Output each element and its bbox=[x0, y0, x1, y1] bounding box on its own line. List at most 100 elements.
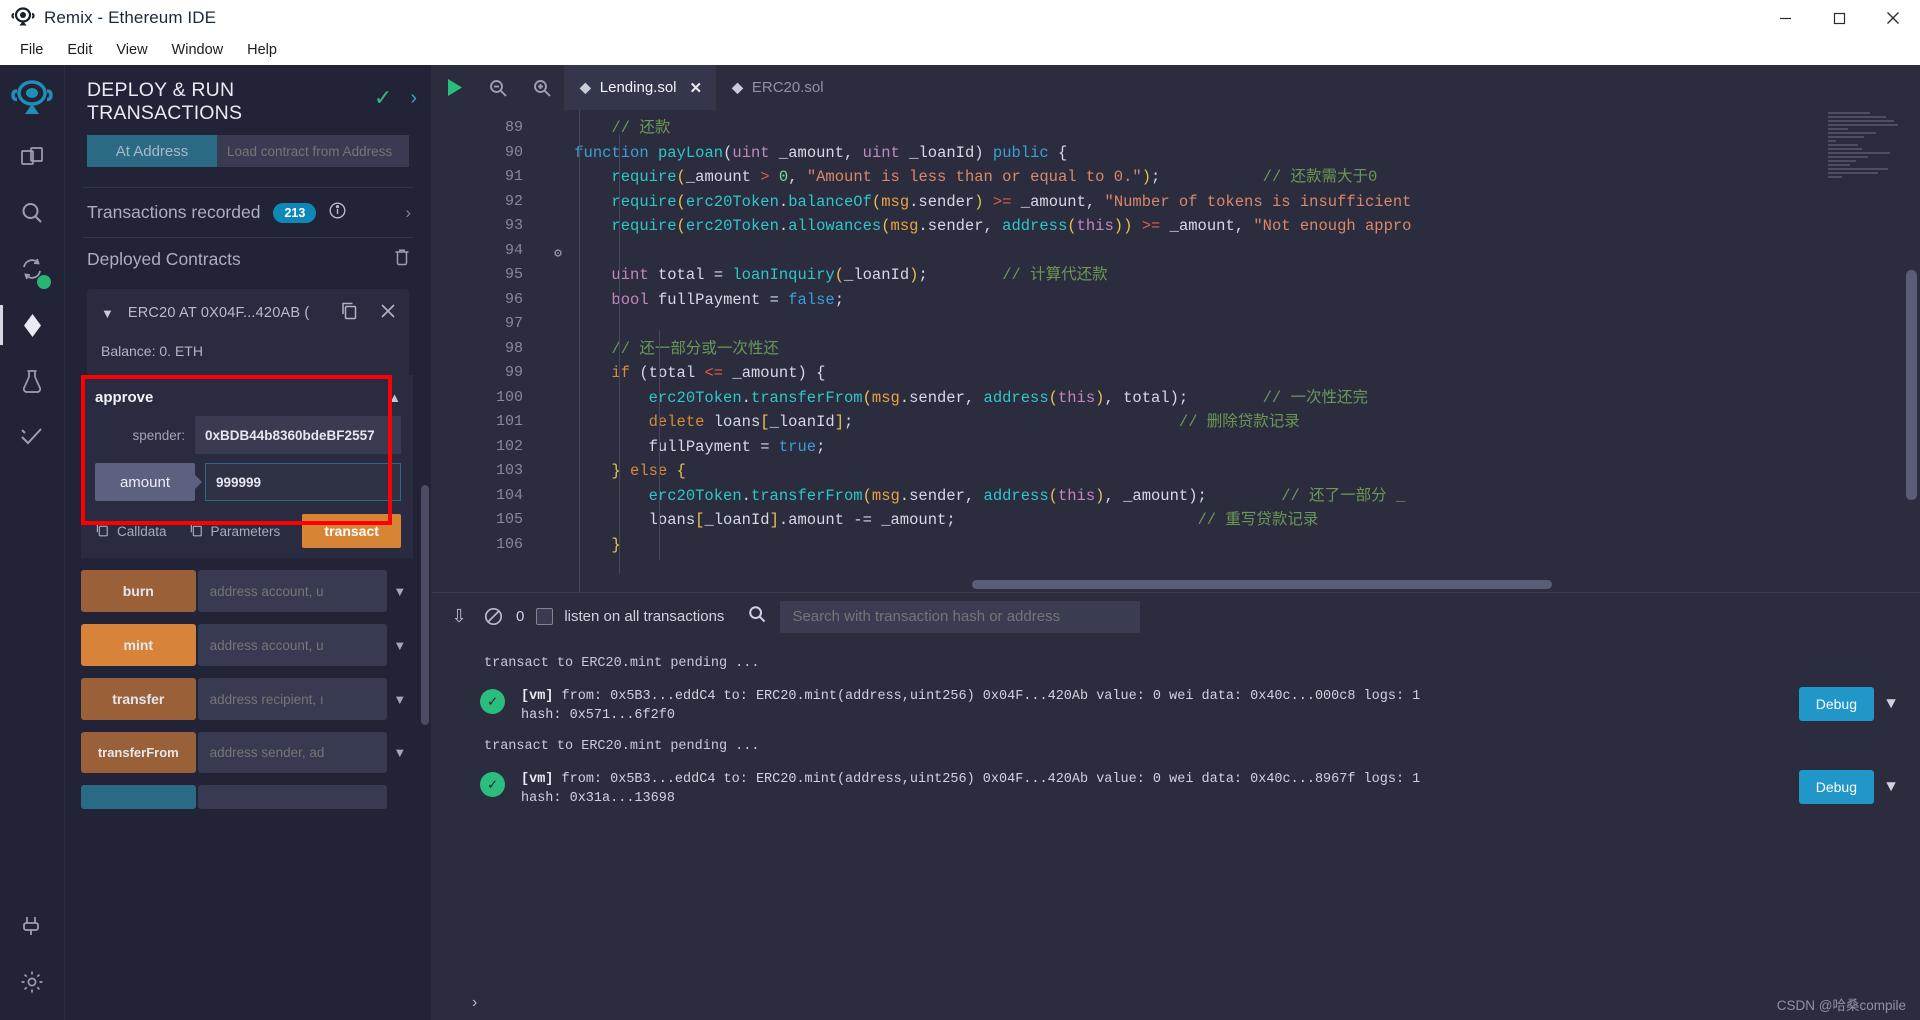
transferfrom-input[interactable] bbox=[197, 732, 387, 773]
chevron-down-icon[interactable]: ▼ bbox=[387, 732, 413, 773]
copy-icon[interactable] bbox=[340, 301, 359, 325]
function-row-extra bbox=[81, 785, 413, 809]
approve-title: approve bbox=[95, 389, 154, 406]
extra-function-input[interactable] bbox=[197, 785, 387, 809]
editor-horizontal-scrollbar[interactable] bbox=[972, 580, 1552, 589]
check-circle-icon: ✓ bbox=[480, 772, 505, 797]
menu-window[interactable]: Window bbox=[160, 38, 236, 62]
chevron-right-icon[interactable]: › bbox=[405, 203, 411, 223]
sidebar-icon-settings[interactable] bbox=[0, 954, 65, 1010]
chevron-right-icon[interactable]: › bbox=[472, 994, 477, 1012]
chevron-up-icon[interactable]: ▲ bbox=[388, 390, 401, 411]
code-line: erc20Token.transferFrom(msg.sender, addr… bbox=[648, 486, 1406, 505]
tab-erc20-sol[interactable]: ◆ ERC20.sol bbox=[716, 65, 837, 110]
amount-tooltip: amount bbox=[95, 463, 195, 501]
terminal-prompt-row[interactable]: › CSDN @哈桑compile bbox=[432, 986, 1920, 1020]
line-number: 97 bbox=[504, 315, 523, 332]
function-row-burn: burn ▼ bbox=[81, 570, 413, 612]
code-editor[interactable]: 89 90 91 92 93 94 ⚙ 95 96 97 98 99 100 101 102 103 104 10… bbox=[432, 110, 1920, 592]
editor-vertical-scrollbar[interactable] bbox=[1906, 270, 1917, 500]
close-button[interactable] bbox=[1866, 0, 1920, 36]
close-icon[interactable] bbox=[379, 302, 397, 325]
search-input[interactable] bbox=[780, 600, 1141, 633]
menu-file[interactable]: File bbox=[8, 38, 55, 62]
editor-minimap[interactable] bbox=[1824, 110, 1902, 592]
chevron-down-icon[interactable]: ▼ bbox=[387, 570, 413, 612]
at-address-button[interactable]: At Address bbox=[87, 135, 217, 167]
info-icon[interactable] bbox=[329, 202, 346, 223]
burn-button[interactable]: burn bbox=[81, 570, 196, 612]
solidity-icon: ◆ bbox=[580, 79, 591, 95]
panel-scroll-region: At Address Transactions recorded 213 › bbox=[65, 131, 431, 1020]
line-number: 91 bbox=[504, 168, 523, 185]
sidebar-icon-file-explorer[interactable] bbox=[0, 129, 65, 185]
tab-lending-sol[interactable]: ◆ Lending.sol ✕ bbox=[564, 65, 717, 110]
code-line: bool fullPayment = false; bbox=[611, 290, 845, 309]
amount-input[interactable] bbox=[205, 463, 401, 501]
spender-input[interactable] bbox=[195, 416, 401, 454]
debug-button[interactable]: Debug bbox=[1798, 687, 1874, 721]
calldata-button[interactable]: Calldata bbox=[95, 522, 167, 540]
menu-edit[interactable]: Edit bbox=[55, 38, 104, 62]
activity-bar bbox=[0, 65, 65, 1020]
chevron-down-icon[interactable]: ▼ bbox=[1874, 687, 1908, 713]
code-line: function payLoan(uint _amount, uint _loa… bbox=[574, 143, 1068, 162]
menu-view[interactable]: View bbox=[104, 38, 159, 62]
parameters-label: Parameters bbox=[210, 523, 281, 539]
minimize-button[interactable] bbox=[1758, 0, 1812, 36]
chevron-down-icon[interactable]: ▼ bbox=[1874, 770, 1908, 796]
panel-scrollbar[interactable] bbox=[421, 485, 429, 725]
transfer-button[interactable]: transfer bbox=[81, 678, 196, 720]
transactions-recorded-row[interactable]: Transactions recorded 213 › bbox=[65, 188, 431, 237]
zoom-in-icon[interactable] bbox=[520, 65, 564, 110]
listen-all-transactions-checkbox[interactable] bbox=[536, 608, 554, 625]
code-content[interactable]: // 还款 function payLoan(uint _amount, uin… bbox=[537, 110, 1920, 592]
sidebar-icon-search[interactable] bbox=[0, 185, 65, 241]
mint-button[interactable]: mint bbox=[81, 624, 196, 666]
zoom-out-icon[interactable] bbox=[476, 65, 520, 110]
chevron-down-icon[interactable]: ▼ bbox=[387, 624, 413, 666]
chevron-double-down-icon[interactable]: ⇩ bbox=[442, 606, 476, 627]
mint-input[interactable] bbox=[197, 624, 387, 666]
chevron-down-icon[interactable]: ▼ bbox=[387, 678, 413, 720]
sidebar-icon-unit-testing[interactable] bbox=[0, 409, 65, 465]
check-icon[interactable]: ✓ bbox=[374, 85, 392, 111]
burn-input[interactable] bbox=[197, 570, 387, 612]
chevron-down-icon bbox=[387, 785, 413, 809]
sidebar-icon-plugin-manager[interactable] bbox=[0, 898, 65, 954]
transfer-input[interactable] bbox=[197, 678, 387, 720]
transactions-recorded-label: Transactions recorded bbox=[87, 202, 261, 222]
maximize-button[interactable] bbox=[1812, 0, 1866, 36]
listen-all-transactions-label: listen on all transactions bbox=[564, 608, 725, 625]
code-line: require(erc20Token.allowances(msg.sender… bbox=[611, 217, 1412, 235]
transferfrom-button[interactable]: transferFrom bbox=[81, 732, 196, 773]
contract-card-header[interactable]: ▼ ERC20 AT 0X04F...420AB ( bbox=[87, 289, 409, 337]
amount-field-row: amount bbox=[95, 463, 401, 501]
line-number: 92 bbox=[504, 192, 523, 210]
chevron-down-icon[interactable]: ▼ bbox=[101, 306, 114, 321]
at-address-input[interactable] bbox=[217, 135, 409, 167]
transact-button[interactable]: transact bbox=[302, 514, 401, 548]
deployed-contracts-label: Deployed Contracts bbox=[87, 249, 241, 269]
menu-help[interactable]: Help bbox=[235, 38, 289, 62]
sidebar-icon-solidity-compiler[interactable] bbox=[0, 241, 65, 297]
check-circle-icon: ✓ bbox=[480, 689, 505, 714]
chevron-right-icon[interactable]: › bbox=[410, 87, 417, 110]
run-play-icon[interactable] bbox=[432, 65, 476, 110]
line-number: 96 bbox=[504, 290, 523, 308]
close-icon[interactable]: ✕ bbox=[690, 79, 703, 97]
sidebar-icon-deploy-run[interactable] bbox=[0, 297, 65, 353]
contract-name: ERC20 AT 0X04F...420AB ( bbox=[127, 305, 310, 321]
debug-button[interactable]: Debug bbox=[1798, 770, 1874, 804]
parameters-button[interactable]: Parameters bbox=[189, 522, 281, 540]
terminal-log[interactable]: transact to ERC20.mint pending ... ✓ [vm… bbox=[432, 640, 1920, 986]
line-number: 90 bbox=[504, 143, 523, 161]
trash-icon[interactable] bbox=[393, 248, 411, 271]
calldata-label: Calldata bbox=[117, 523, 167, 539]
deployed-contracts-header: Deployed Contracts bbox=[65, 238, 431, 281]
tab-label: ERC20.sol bbox=[751, 79, 824, 96]
sidebar-icon-debugger[interactable] bbox=[0, 353, 65, 409]
extra-function-button[interactable] bbox=[81, 785, 196, 809]
line-number: 93 bbox=[504, 217, 523, 234]
no-entry-icon[interactable] bbox=[476, 607, 510, 626]
